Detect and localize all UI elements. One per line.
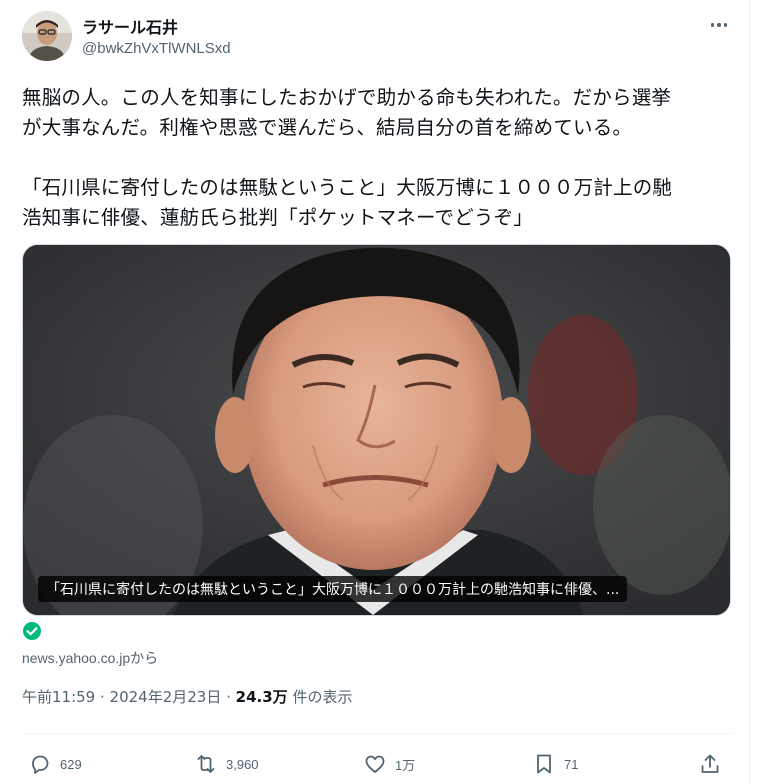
tweet-header: ラサール石井 @bwkZhVxTlWNLSxd bbox=[22, 11, 732, 63]
tweet-meta: 午前11:59 · 2024年2月23日 · 24.3万 件の表示 bbox=[22, 686, 352, 707]
check-circle-icon bbox=[23, 622, 41, 640]
avatar[interactable] bbox=[22, 11, 72, 61]
user-handle[interactable]: @bwkZhVxTlWNLSxd bbox=[82, 40, 231, 57]
like-count: 1万 bbox=[395, 757, 416, 773]
tweet-text: 無脳の人。この人を知事にしたおかげで助かる命も失われた。だから選挙 が大事なんだ… bbox=[22, 86, 673, 229]
action-bar: 629 3,960 1万 71 bbox=[22, 750, 734, 778]
card-image bbox=[23, 245, 730, 615]
avatar-image bbox=[22, 11, 72, 61]
tweet-time[interactable]: 午前11:59 bbox=[22, 688, 95, 706]
reply-icon bbox=[32, 755, 49, 774]
retweet-icon bbox=[197, 755, 215, 773]
views-label: 件の表示 bbox=[287, 688, 353, 706]
meta-separator: · bbox=[95, 688, 110, 706]
views-count: 24.3万 bbox=[235, 688, 288, 706]
like-button[interactable]: 1万 bbox=[363, 750, 415, 778]
timeline-border bbox=[749, 0, 750, 784]
share-icon bbox=[701, 754, 719, 773]
bookmark-button[interactable]: 71 bbox=[532, 750, 578, 778]
tweet-date[interactable]: 2024年2月23日 bbox=[110, 688, 222, 706]
meta-separator-2: · bbox=[221, 688, 236, 706]
link-card[interactable]: 「石川県に寄付したのは無駄ということ」大阪万博に１０００万計上の馳浩知事に俳優、… bbox=[22, 244, 731, 616]
card-source[interactable]: news.yahoo.co.jpから bbox=[22, 648, 158, 668]
retweet-button[interactable]: 3,960 bbox=[194, 750, 259, 778]
reply-count: 629 bbox=[60, 756, 82, 772]
reply-button[interactable]: 629 bbox=[28, 750, 82, 778]
bookmark-icon bbox=[537, 754, 551, 774]
divider bbox=[22, 733, 732, 734]
display-name[interactable]: ラサール石井 bbox=[82, 14, 178, 38]
heart-icon bbox=[365, 755, 385, 773]
share-button[interactable] bbox=[698, 750, 722, 778]
card-caption: 「石川県に寄付したのは無駄ということ」大阪万博に１０００万計上の馳浩知事に俳優、… bbox=[38, 576, 628, 602]
retweet-count: 3,960 bbox=[226, 756, 259, 772]
more-horizontal-icon[interactable] bbox=[706, 15, 732, 35]
bookmark-count: 71 bbox=[564, 756, 579, 772]
